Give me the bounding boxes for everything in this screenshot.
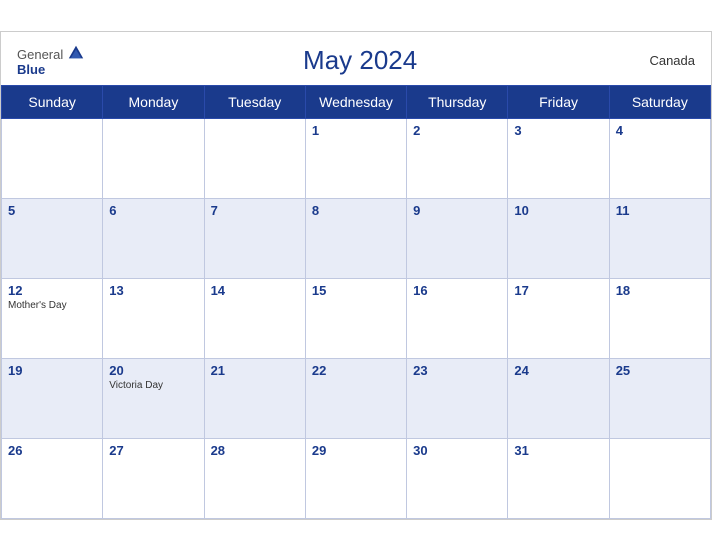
day-number: 6 (109, 203, 197, 218)
header-saturday: Saturday (609, 85, 710, 118)
calendar-row: 12 Mother's Day 13 14 15 16 17 18 (2, 278, 711, 358)
day-number: 29 (312, 443, 400, 458)
calendar-cell: 1 (305, 118, 406, 198)
logo-text: General (17, 44, 85, 62)
day-number: 18 (616, 283, 704, 298)
day-number: 20 (109, 363, 197, 378)
calendar-header: General Blue May 2024 Canada (1, 32, 711, 85)
calendar-cell: 20 Victoria Day (103, 358, 204, 438)
day-number: 26 (8, 443, 96, 458)
day-number: 3 (514, 123, 602, 138)
calendar-cell: 26 (2, 438, 103, 518)
calendar-cell: 5 (2, 198, 103, 278)
day-number: 31 (514, 443, 602, 458)
calendar-cell: 11 (609, 198, 710, 278)
logo-icon (67, 44, 85, 62)
day-number: 10 (514, 203, 602, 218)
day-number: 27 (109, 443, 197, 458)
day-number: 22 (312, 363, 400, 378)
calendar-cell: 17 (508, 278, 609, 358)
day-number: 30 (413, 443, 501, 458)
header-sunday: Sunday (2, 85, 103, 118)
day-number: 25 (616, 363, 704, 378)
calendar-cell: 9 (407, 198, 508, 278)
calendar-table: Sunday Monday Tuesday Wednesday Thursday… (1, 85, 711, 519)
day-number: 19 (8, 363, 96, 378)
day-number: 9 (413, 203, 501, 218)
calendar-cell: 12 Mother's Day (2, 278, 103, 358)
day-number: 23 (413, 363, 501, 378)
calendar-cell: 7 (204, 198, 305, 278)
calendar: General Blue May 2024 Canada Sunday Mond… (0, 31, 712, 520)
day-number: 8 (312, 203, 400, 218)
holiday-label: Victoria Day (109, 380, 197, 391)
day-number: 15 (312, 283, 400, 298)
day-number: 1 (312, 123, 400, 138)
calendar-cell (204, 118, 305, 198)
calendar-cell: 23 (407, 358, 508, 438)
calendar-cell: 8 (305, 198, 406, 278)
calendar-cell: 2 (407, 118, 508, 198)
day-number: 12 (8, 283, 96, 298)
calendar-cell: 14 (204, 278, 305, 358)
day-number: 17 (514, 283, 602, 298)
header-monday: Monday (103, 85, 204, 118)
header-wednesday: Wednesday (305, 85, 406, 118)
calendar-row: 19 20 Victoria Day 21 22 23 24 25 (2, 358, 711, 438)
weekday-header-row: Sunday Monday Tuesday Wednesday Thursday… (2, 85, 711, 118)
calendar-cell (2, 118, 103, 198)
calendar-cell: 4 (609, 118, 710, 198)
logo-blue-text-area: Blue (17, 62, 45, 77)
calendar-cell: 10 (508, 198, 609, 278)
country-label: Canada (635, 53, 695, 68)
header-tuesday: Tuesday (204, 85, 305, 118)
calendar-cell: 25 (609, 358, 710, 438)
day-number: 14 (211, 283, 299, 298)
day-number: 13 (109, 283, 197, 298)
calendar-cell: 16 (407, 278, 508, 358)
holiday-label: Mother's Day (8, 300, 96, 311)
calendar-row: 26 27 28 29 30 31 (2, 438, 711, 518)
day-number: 2 (413, 123, 501, 138)
logo-blue-text: Blue (17, 62, 45, 77)
calendar-row: 1234 (2, 118, 711, 198)
calendar-cell: 27 (103, 438, 204, 518)
calendar-cell (103, 118, 204, 198)
day-number: 16 (413, 283, 501, 298)
day-number: 11 (616, 203, 704, 218)
header-thursday: Thursday (407, 85, 508, 118)
calendar-cell: 15 (305, 278, 406, 358)
calendar-cell: 24 (508, 358, 609, 438)
calendar-cell: 18 (609, 278, 710, 358)
calendar-cell: 6 (103, 198, 204, 278)
calendar-cell: 19 (2, 358, 103, 438)
day-number: 5 (8, 203, 96, 218)
calendar-cell: 21 (204, 358, 305, 438)
logo-general-text: General (17, 47, 63, 62)
calendar-cell (609, 438, 710, 518)
header-friday: Friday (508, 85, 609, 118)
day-number: 7 (211, 203, 299, 218)
day-number: 21 (211, 363, 299, 378)
logo-area: General Blue (17, 44, 85, 77)
day-number: 4 (616, 123, 704, 138)
calendar-cell: 22 (305, 358, 406, 438)
calendar-cell: 30 (407, 438, 508, 518)
calendar-cell: 29 (305, 438, 406, 518)
calendar-title: May 2024 (85, 45, 635, 76)
day-number: 28 (211, 443, 299, 458)
calendar-cell: 31 (508, 438, 609, 518)
day-number: 24 (514, 363, 602, 378)
calendar-cell: 3 (508, 118, 609, 198)
calendar-row: 56789 10 11 (2, 198, 711, 278)
calendar-cell: 13 (103, 278, 204, 358)
calendar-cell: 28 (204, 438, 305, 518)
